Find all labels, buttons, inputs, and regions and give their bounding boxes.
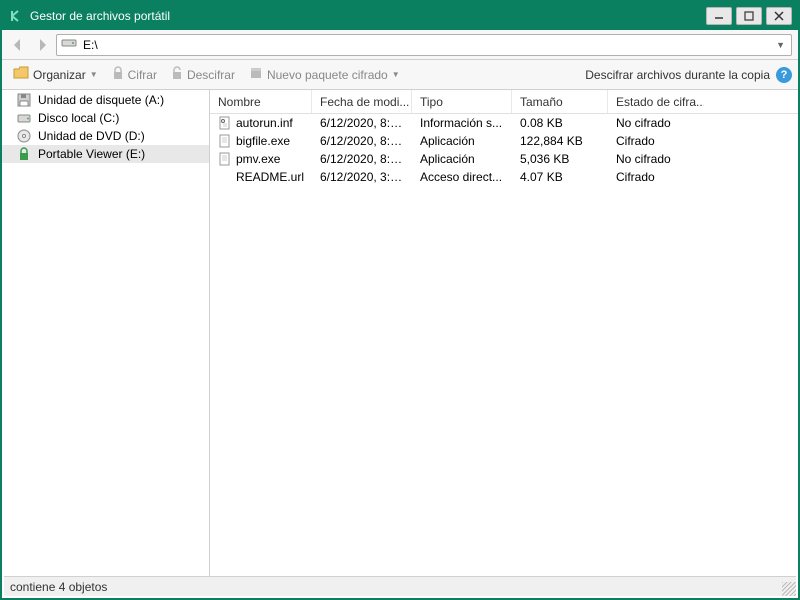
file-icon	[218, 116, 232, 130]
cell-size: 122,884 KB	[512, 134, 608, 148]
tree-item[interactable]: Unidad de disquete (A:)	[2, 91, 209, 109]
tree-item-label: Portable Viewer (E:)	[38, 147, 145, 161]
file-icon	[218, 134, 232, 148]
file-icon	[218, 170, 232, 184]
cell-date: 6/12/2020, 8:5...	[312, 134, 412, 148]
list-row[interactable]: bigfile.exe 6/12/2020, 8:5...Aplicación12…	[210, 132, 798, 150]
cell-size: 0.08 KB	[512, 116, 608, 130]
lock-icon	[112, 66, 124, 83]
file-name: bigfile.exe	[236, 134, 290, 148]
minimize-button[interactable]	[706, 7, 732, 25]
tree-item[interactable]: Disco local (C:)	[2, 109, 209, 127]
header-date[interactable]: Fecha de modi...	[312, 90, 412, 113]
header-type[interactable]: Tipo	[412, 90, 512, 113]
list-rows: autorun.inf6/12/2020, 8:5...Información …	[210, 114, 798, 576]
file-name: README.url	[236, 170, 304, 184]
window-title: Gestor de archivos portátil	[30, 9, 706, 23]
lock-icon	[16, 146, 32, 162]
cell-type: Aplicación	[412, 134, 512, 148]
maximize-button[interactable]	[736, 7, 762, 25]
status-bar: contiene 4 objetos	[4, 576, 796, 596]
organize-button[interactable]: Organizar ▼	[8, 64, 103, 86]
hdd-icon	[16, 110, 32, 126]
list-header: Nombre Fecha de modi... Tipo Tamaño Esta…	[210, 90, 798, 114]
cell-enc: Cifrado	[608, 170, 704, 184]
actions-toolbar: Organizar ▼ Cifrar Descifrar Nuevo paque…	[2, 60, 798, 90]
cell-enc: No cifrado	[608, 152, 704, 166]
resize-grip[interactable]	[782, 582, 796, 596]
tree-view: Unidad de disquete (A:) Disco local (C:) U…	[2, 90, 210, 576]
cell-size: 5,036 KB	[512, 152, 608, 166]
nav-toolbar: ▼	[2, 30, 798, 60]
new-package-button[interactable]: Nuevo paquete cifrado ▼	[244, 64, 405, 86]
app-icon	[8, 9, 22, 23]
cell-enc: Cifrado	[608, 134, 704, 148]
list-row[interactable]: pmv.exe 6/12/2020, 8:5...Aplicación5,036 …	[210, 150, 798, 168]
decipher-label: Descifrar	[187, 68, 235, 82]
title-bar: Gestor de archivos portátil	[2, 2, 798, 30]
caret-down-icon: ▼	[90, 70, 98, 79]
cell-name: bigfile.exe	[210, 134, 312, 148]
drive-icon	[61, 37, 77, 53]
package-icon	[249, 66, 263, 83]
tree-item[interactable]: Portable Viewer (E:)	[2, 145, 209, 163]
header-size[interactable]: Tamaño	[512, 90, 608, 113]
floppy-icon	[16, 92, 32, 108]
cell-type: Aplicación	[412, 152, 512, 166]
address-dropdown[interactable]: ▼	[774, 40, 787, 50]
cell-name: README.url	[210, 170, 312, 184]
header-enc[interactable]: Estado de cifra...	[608, 90, 704, 113]
tree-item-label: Disco local (C:)	[38, 111, 119, 125]
decipher-button[interactable]: Descifrar	[166, 64, 240, 86]
help-icon[interactable]: ?	[776, 67, 792, 83]
file-name: pmv.exe	[236, 152, 280, 166]
cell-type: Información s...	[412, 116, 512, 130]
address-input[interactable]	[83, 38, 774, 52]
cell-size: 4.07 KB	[512, 170, 608, 184]
file-name: autorun.inf	[236, 116, 293, 130]
content-area: Unidad de disquete (A:) Disco local (C:) U…	[2, 90, 798, 576]
cipher-button[interactable]: Cifrar	[107, 64, 162, 86]
cell-name: pmv.exe	[210, 152, 312, 166]
caret-down-icon: ▼	[392, 70, 400, 79]
cell-type: Acceso direct...	[412, 170, 512, 184]
cell-enc: No cifrado	[608, 116, 704, 130]
cipher-label: Cifrar	[128, 68, 157, 82]
cell-date: 6/12/2020, 8:5...	[312, 116, 412, 130]
address-bar[interactable]: ▼	[56, 34, 792, 56]
header-name[interactable]: Nombre	[210, 90, 312, 113]
list-row[interactable]: autorun.inf 6/12/2020, 8:5...Información …	[210, 114, 798, 132]
nav-forward-button[interactable]	[32, 35, 52, 55]
organize-label: Organizar	[33, 68, 86, 82]
cell-name: autorun.inf	[210, 116, 312, 130]
decrypt-on-copy-link[interactable]: Descifrar archivos durante la copia	[585, 68, 770, 82]
nav-back-button[interactable]	[8, 35, 28, 55]
cell-date: 6/12/2020, 8:5...	[312, 152, 412, 166]
list-row[interactable]: README.url 6/12/2020, 3:0...Acceso direct…	[210, 168, 798, 186]
new-package-label: Nuevo paquete cifrado	[267, 68, 388, 82]
list-view: Nombre Fecha de modi... Tipo Tamaño Esta…	[210, 90, 798, 576]
tree-item-label: Unidad de disquete (A:)	[38, 93, 164, 107]
file-icon	[218, 152, 232, 166]
tree-item[interactable]: Unidad de DVD (D:)	[2, 127, 209, 145]
cell-date: 6/12/2020, 3:0...	[312, 170, 412, 184]
tree-item-label: Unidad de DVD (D:)	[38, 129, 145, 143]
dvd-icon	[16, 128, 32, 144]
unlock-icon	[171, 66, 183, 83]
close-button[interactable]	[766, 7, 792, 25]
folder-icon	[13, 66, 29, 83]
status-text: contiene 4 objetos	[10, 580, 107, 594]
